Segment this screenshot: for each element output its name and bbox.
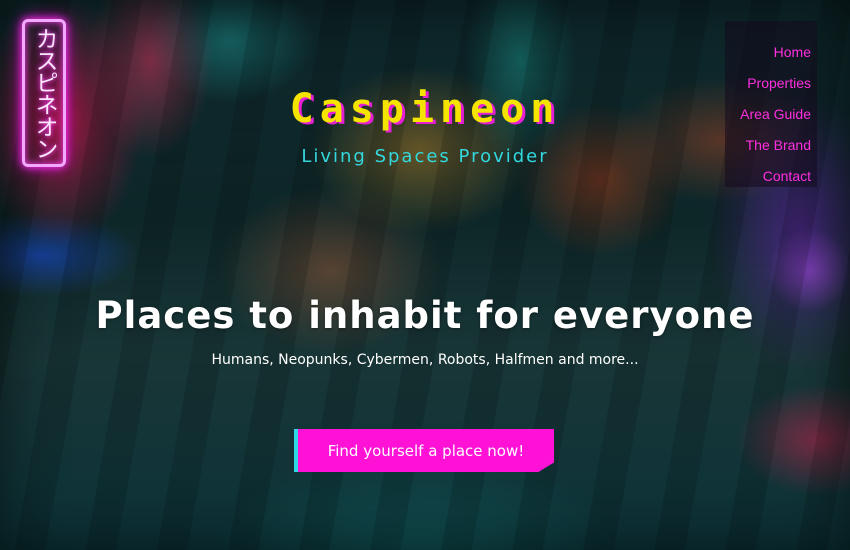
nav-link-home[interactable]: Home	[774, 37, 811, 68]
brand-tagline: Living Spaces Provider	[301, 146, 549, 167]
hero-headline: Places to inhabit for everyone	[95, 294, 755, 337]
find-place-button[interactable]: Find yourself a place now!	[294, 429, 554, 472]
hero-subheadline: Humans, Neopunks, Cybermen, Robots, Half…	[211, 352, 639, 368]
brand-title: Caspineon	[289, 86, 561, 132]
